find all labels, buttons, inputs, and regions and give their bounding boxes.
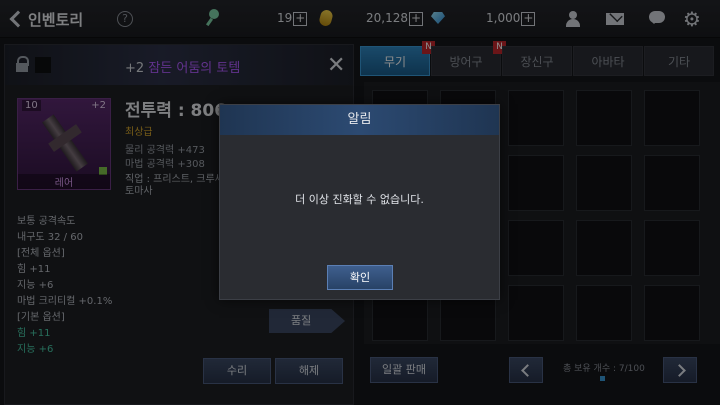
alert-dialog: 알림 더 이상 진화할 수 없습니다. 확인 — [219, 104, 500, 300]
dialog-message: 더 이상 진화할 수 없습니다. — [295, 193, 424, 206]
confirm-button[interactable]: 확인 — [327, 265, 393, 290]
dialog-title: 알림 — [220, 105, 499, 135]
